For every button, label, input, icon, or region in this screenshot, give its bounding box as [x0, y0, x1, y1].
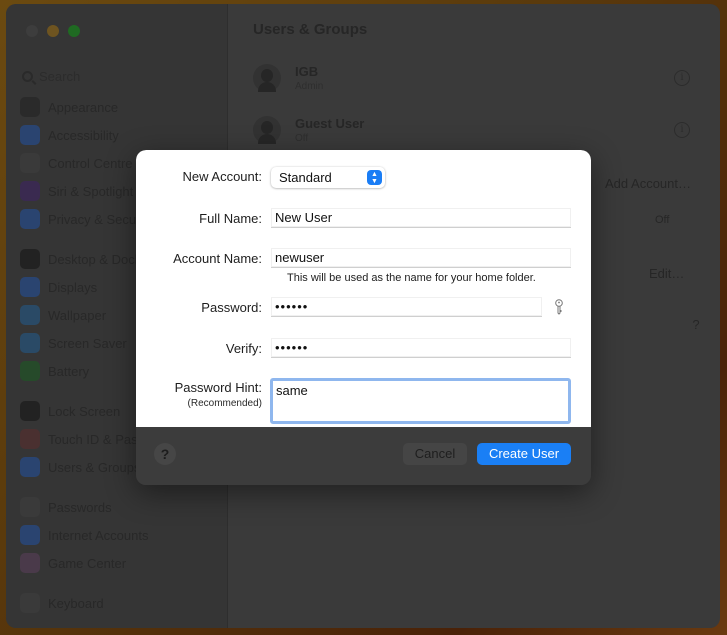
lock-screen-icon: [20, 401, 40, 421]
account-name-field[interactable]: [271, 248, 571, 268]
help-button[interactable]: ?: [154, 443, 176, 465]
password-hint-label: Password Hint:: [174, 380, 262, 395]
passwords-key-icon: [20, 497, 40, 517]
battery-icon: [20, 361, 40, 381]
user-name: Guest User: [295, 116, 365, 131]
zoom-window-button[interactable]: [68, 25, 80, 37]
privacy-hand-icon: [20, 209, 40, 229]
password-hint-sublabel: (Recommended): [187, 398, 262, 409]
sidebar-item-label: Appearance: [48, 99, 119, 115]
sidebar-separator: [20, 577, 220, 589]
sidebar-item-label: Control Centre: [48, 155, 133, 171]
search-input[interactable]: [39, 68, 159, 84]
sidebar-item-label: Keyboard: [48, 595, 104, 611]
sidebar-item-label: Lock Screen: [48, 403, 121, 419]
users-groups-icon: [20, 457, 40, 477]
sidebar-item-label: Accessibility: [48, 127, 119, 143]
verify-password-field[interactable]: [271, 338, 571, 358]
off-status: Off: [655, 214, 670, 226]
sidebar-item-label: Battery: [48, 363, 90, 379]
account-type-popup[interactable]: Standard ▲ ▼: [271, 167, 385, 188]
close-window-button[interactable]: [26, 25, 38, 37]
minimize-window-button[interactable]: [47, 25, 59, 37]
accessibility-icon: [20, 125, 40, 145]
sidebar-item-label: Desktop & Dock: [48, 251, 142, 267]
sidebar-item-accessibility[interactable]: Accessibility: [20, 121, 220, 149]
user-role: Off: [295, 133, 309, 144]
create-user-button[interactable]: Create User: [477, 443, 571, 465]
siri-icon: [20, 181, 40, 201]
full-name-field[interactable]: [271, 208, 571, 228]
sidebar-item-label: Screen Saver: [48, 335, 127, 351]
password-field[interactable]: [271, 297, 542, 317]
sidebar-item-game-center[interactable]: Game Center: [20, 549, 220, 577]
verify-label: Verify:: [225, 341, 262, 356]
page-title: Users & Groups: [253, 21, 368, 38]
edit-button[interactable]: Edit…: [649, 266, 684, 281]
avatar: [253, 64, 281, 92]
account-name-label: Account Name:: [173, 251, 262, 266]
window-controls: [26, 25, 80, 37]
sidebar-item-passwords[interactable]: Passwords: [20, 493, 220, 521]
info-icon[interactable]: i: [674, 70, 690, 86]
sidebar-item-label: Game Center: [48, 555, 127, 571]
appearance-icon: [20, 97, 40, 117]
sidebar-item-label: Passwords: [48, 499, 112, 515]
password-label: Password:: [201, 300, 262, 315]
user-role: Admin: [295, 81, 324, 92]
sidebar-item-label: Users & Groups: [48, 459, 141, 475]
cancel-button[interactable]: Cancel: [403, 443, 467, 465]
account-type-value: Standard: [279, 170, 332, 185]
screen-saver-icon: [20, 333, 40, 353]
sidebar-item-internet-accounts[interactable]: Internet Accounts: [20, 521, 220, 549]
internet-accounts-icon: [20, 525, 40, 545]
search-icon: [22, 70, 33, 82]
sidebar-item-label: Siri & Spotlight: [48, 183, 134, 199]
game-center-icon: [20, 553, 40, 573]
displays-icon: [20, 277, 40, 297]
dialog-footer: ? Cancel Create User: [136, 427, 591, 485]
desktop-dock-icon: [20, 249, 40, 269]
info-icon[interactable]: i: [674, 122, 690, 138]
new-account-label: New Account:: [182, 169, 263, 184]
wallpaper-icon: [20, 305, 40, 325]
avatar: [253, 116, 281, 144]
dialog-body: New Account: Standard ▲▼ Full Name: Acco…: [136, 150, 591, 427]
control-centre-icon: [20, 153, 40, 173]
help-button[interactable]: ?: [686, 315, 706, 335]
password-hint-field[interactable]: same: [270, 378, 571, 424]
sidebar-item-label: Wallpaper: [48, 307, 107, 323]
full-name-label: Full Name:: [199, 211, 262, 226]
sidebar-item-appearance[interactable]: Appearance: [20, 93, 220, 121]
new-account-dialog: New Account: Standard ▲▼ Full Name: Acco…: [136, 150, 591, 485]
keyboard-icon: [20, 593, 40, 613]
user-row-guest[interactable]: Guest User Off i: [253, 108, 700, 152]
sidebar-search: [22, 66, 159, 86]
sidebar-item-label: Internet Accounts: [48, 527, 149, 543]
user-name: IGB: [295, 64, 319, 79]
chevron-up-down-icon: ▲ ▼: [367, 170, 382, 185]
fingerprint-icon: [20, 429, 40, 449]
user-row-igb[interactable]: IGB Admin i: [253, 56, 700, 100]
sidebar-item-label: Displays: [48, 279, 98, 295]
add-account-button[interactable]: Add Account…: [605, 176, 691, 191]
account-name-note: This will be used as the name for your h…: [287, 272, 536, 284]
sidebar-item-keyboard[interactable]: Keyboard: [20, 589, 220, 617]
password-assistant-key-icon[interactable]: [554, 299, 564, 315]
